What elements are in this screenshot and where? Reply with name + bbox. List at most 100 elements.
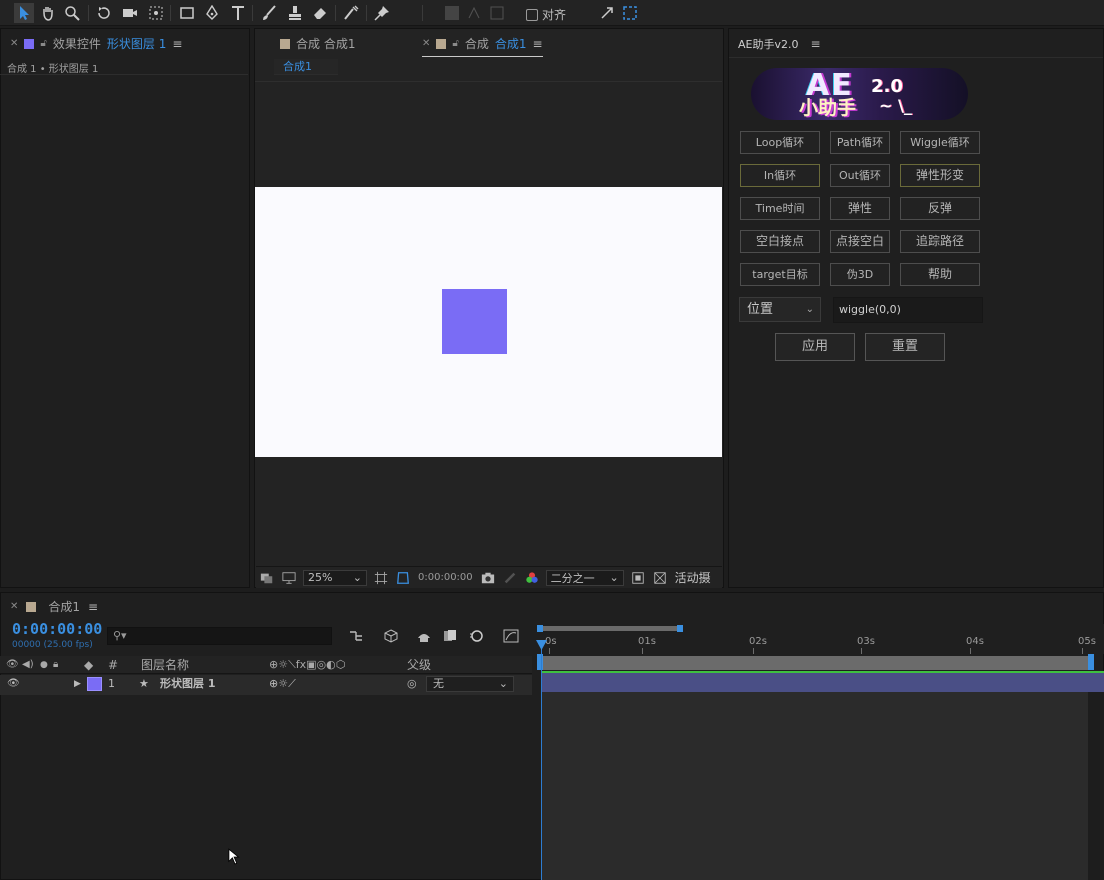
- helper-button-3-2[interactable]: 追踪路径: [900, 230, 980, 253]
- show-snapshot-icon[interactable]: [502, 570, 518, 586]
- snapshot-camera-icon[interactable]: [480, 570, 496, 586]
- helper-button-2-2[interactable]: 反弹: [900, 197, 980, 220]
- region-of-interest-icon[interactable]: [630, 570, 646, 586]
- audio-icon[interactable]: ◀): [22, 656, 34, 674]
- timeline-current-time[interactable]: 0:00:00:00: [12, 620, 102, 638]
- tab-comp-prefix: 合成: [464, 37, 489, 51]
- type-tool-icon[interactable]: [228, 3, 248, 23]
- helper-button-3-0[interactable]: 空白接点: [740, 230, 820, 253]
- expand-triangle-icon[interactable]: ▶: [74, 675, 81, 693]
- layer-row[interactable]: 👁︎ ▶ 1 ★ 形状图层 1 ⊕☼⟋ ◎ 无 ⌄: [0, 675, 532, 695]
- work-area-bar[interactable]: [541, 656, 1092, 670]
- expression-input[interactable]: wiggle(0,0): [833, 297, 983, 323]
- layer-label-color[interactable]: [87, 677, 102, 691]
- magnification-select[interactable]: 25% ⌄: [303, 569, 367, 586]
- helper-button-0-2[interactable]: Wiggle循环: [900, 131, 980, 154]
- resolution-select[interactable]: 二分之一 ⌄: [545, 569, 624, 586]
- lock-icon[interactable]: 🔓︎: [40, 38, 46, 49]
- always-preview-icon[interactable]: [259, 570, 275, 586]
- helper-button-1-2[interactable]: 弹性形变: [900, 164, 980, 187]
- panel-menu-icon[interactable]: ≡: [533, 37, 543, 51]
- rectangle-tool-icon[interactable]: [177, 3, 197, 23]
- camera-tool-icon[interactable]: [120, 3, 140, 23]
- work-area-navigator[interactable]: [539, 626, 680, 631]
- comp-flowchart-icon[interactable]: [347, 627, 365, 645]
- draft-3d-icon[interactable]: [382, 627, 400, 645]
- lock-icon[interactable]: 🔓︎: [452, 38, 458, 49]
- timeline-search-input[interactable]: ⚲▾: [107, 627, 332, 645]
- graph-editor-icon[interactable]: [502, 627, 520, 645]
- effect-controls-tab[interactable]: ✕ 🔓︎ 效果控件 形状图层 1 ≡: [10, 35, 182, 52]
- snap-checkbox[interactable]: [526, 8, 538, 21]
- camera-view-select[interactable]: 活动摄: [675, 569, 711, 586]
- timeline-tab[interactable]: ✕ 合成1 ≡: [10, 598, 98, 615]
- lock-column-icon[interactable]: 🔒︎: [53, 656, 58, 674]
- brush-tool-icon[interactable]: [259, 3, 279, 23]
- selection-tool-icon[interactable]: [14, 3, 34, 23]
- roto-brush-tool-icon[interactable]: [341, 3, 361, 23]
- helper-button-2-0[interactable]: Time时间: [740, 197, 820, 220]
- layer-name[interactable]: 形状图层 1: [160, 675, 215, 693]
- zoom-tool-icon[interactable]: [62, 3, 82, 23]
- rotate-tool-icon[interactable]: [94, 3, 114, 23]
- resolution-value: 二分之一: [550, 571, 595, 585]
- close-icon[interactable]: ✕: [10, 38, 18, 49]
- comp-flowchart-tab[interactable]: 合成1: [274, 59, 338, 75]
- close-icon[interactable]: ✕: [422, 38, 430, 49]
- current-time-display[interactable]: 0:00:00:00: [418, 572, 473, 583]
- hide-shy-layers-icon[interactable]: [415, 627, 433, 645]
- solo-icon[interactable]: ●: [40, 656, 48, 674]
- snap-options-icon[interactable]: [620, 3, 640, 23]
- panel-menu-icon[interactable]: ≡: [88, 600, 98, 614]
- motion-blur-icon[interactable]: [467, 627, 485, 645]
- layer-duration-bar[interactable]: [541, 671, 1104, 692]
- helper-button-0-1[interactable]: Path循环: [830, 131, 890, 154]
- hand-tool-icon[interactable]: [38, 3, 58, 23]
- puppet-pin-tool-icon[interactable]: [372, 3, 392, 23]
- tab-comp-1-left[interactable]: 合成 合成1: [280, 35, 355, 52]
- layer-switches-icons[interactable]: ⊕☼⟋: [269, 675, 296, 693]
- expand-icon[interactable]: [597, 3, 617, 23]
- pan-behind-tool-icon[interactable]: [146, 3, 166, 23]
- effect-controls-label: 效果控件: [52, 37, 101, 51]
- monitor-icon[interactable]: [281, 570, 297, 586]
- apply-button[interactable]: 应用: [775, 333, 855, 361]
- composition-canvas[interactable]: [255, 187, 722, 457]
- panel-menu-icon[interactable]: ≡: [810, 37, 820, 51]
- helper-button-4-1[interactable]: 伪3D: [830, 263, 890, 286]
- helper-button-1-0[interactable]: In循环: [740, 164, 820, 187]
- time-ruler[interactable]: 0s 01s 02s 03s 04s 05s: [537, 624, 1104, 654]
- ae-helper-tab[interactable]: AE助手v2.0 ≡: [738, 36, 821, 52]
- clone-stamp-tool-icon[interactable]: [285, 3, 305, 23]
- reset-button[interactable]: 重置: [865, 333, 945, 361]
- channels-icon[interactable]: [524, 570, 540, 586]
- property-select[interactable]: 位置 ⌄: [739, 297, 821, 322]
- helper-button-2-1[interactable]: 弹性: [830, 197, 890, 220]
- eye-icon[interactable]: 👁︎: [6, 656, 19, 674]
- layer-name-column[interactable]: 图层名称: [141, 656, 189, 674]
- ruler-tick-label: 03s: [857, 636, 875, 647]
- shape-layer-rectangle[interactable]: [442, 289, 507, 354]
- helper-button-1-1[interactable]: Out循环: [830, 164, 890, 187]
- snap-toggle[interactable]: 对齐: [526, 6, 566, 23]
- safe-zones-icon[interactable]: [373, 570, 389, 586]
- helper-button-4-2[interactable]: 帮助: [900, 263, 980, 286]
- label-tag-icon[interactable]: ◆: [84, 656, 93, 674]
- pen-tool-icon[interactable]: [202, 3, 222, 23]
- current-time-indicator[interactable]: [541, 640, 542, 880]
- comp-color-swatch: [280, 38, 290, 49]
- mask-visibility-icon[interactable]: [395, 570, 411, 586]
- tab-comp-1-active[interactable]: ✕ 🔓︎ 合成 合成1 ≡: [422, 35, 543, 57]
- frame-blending-icon[interactable]: [441, 627, 459, 645]
- close-icon[interactable]: ✕: [10, 601, 18, 612]
- parent-select[interactable]: 无 ⌄: [426, 676, 514, 692]
- eraser-tool-icon[interactable]: [310, 3, 330, 23]
- transparency-grid-icon[interactable]: [652, 570, 668, 586]
- visibility-eye-icon[interactable]: 👁︎: [7, 675, 20, 693]
- pickwhip-icon[interactable]: ◎: [407, 675, 417, 693]
- helper-button-4-0[interactable]: target目标: [740, 263, 820, 286]
- panel-menu-icon[interactable]: ≡: [172, 37, 182, 51]
- helper-button-3-1[interactable]: 点接空白: [830, 230, 890, 253]
- viewer-controls-bar: 25% ⌄ 0:00:00:00 二分之一 ⌄ 活动摄: [256, 566, 722, 588]
- helper-button-0-0[interactable]: Loop循环: [740, 131, 820, 154]
